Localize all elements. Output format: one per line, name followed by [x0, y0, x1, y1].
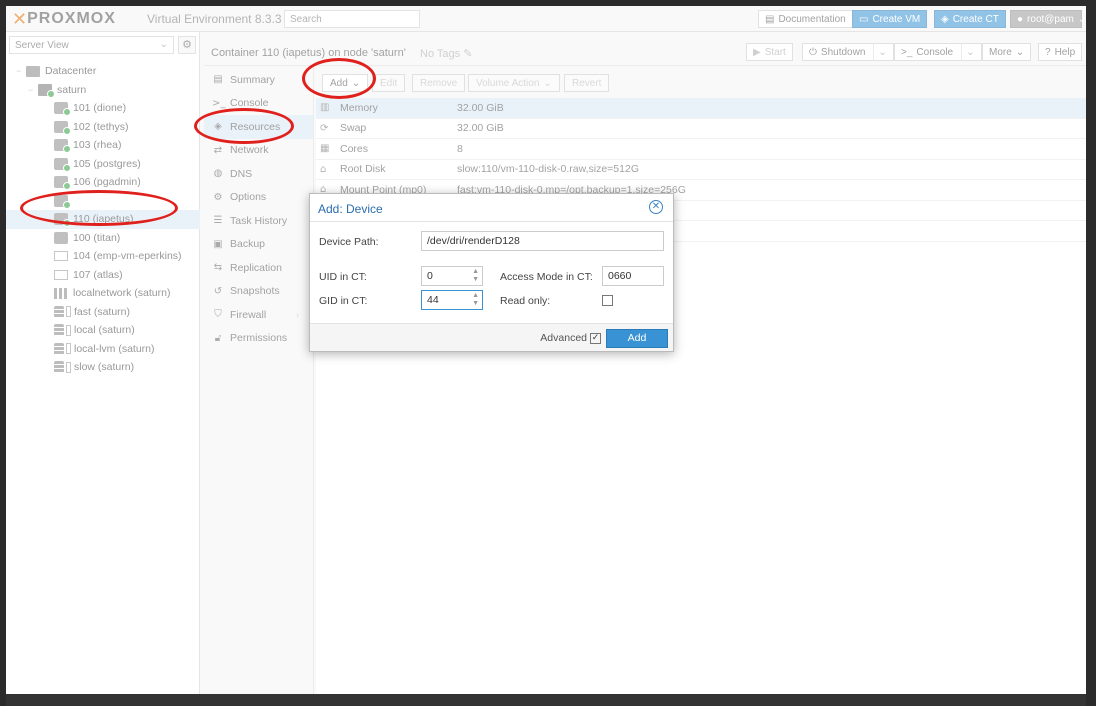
access-mode-label: Access Mode in CT: [500, 271, 593, 283]
uid-label: UID in CT: [319, 271, 367, 283]
spinner-icon[interactable]: ▲ ▼ [472, 292, 479, 308]
dialog-footer: Advanced ✓ Add [310, 323, 673, 351]
device-path-input[interactable]: /dev/dri/renderD128 [421, 231, 664, 251]
add-device-dialog: Add: Device ✕ Device Path: /dev/dri/rend… [309, 193, 674, 352]
gid-label: GID in CT: [319, 295, 368, 307]
spinner-icon[interactable]: ▲ ▼ [472, 268, 479, 284]
dialog-title: Add: Device [318, 202, 383, 216]
uid-input[interactable]: 0 ▲ ▼ [421, 266, 483, 286]
check-icon[interactable]: ✓ [590, 332, 601, 344]
bottom-bar [6, 694, 1086, 706]
dialog-add-button[interactable]: Add [606, 329, 668, 348]
advanced-toggle[interactable]: Advanced ✓ [540, 332, 601, 344]
proxmox-window: ✕ PROXMOX Virtual Environment 8.3.3 ▤ Do… [6, 6, 1086, 694]
device-path-label: Device Path: [319, 236, 379, 248]
gid-input[interactable]: 44 ▲ ▼ [421, 290, 483, 310]
dialog-header: Add: Device ✕ [310, 194, 673, 222]
read-only-checkbox[interactable] [602, 295, 613, 306]
access-mode-input[interactable]: 0660 [602, 266, 664, 286]
close-icon[interactable]: ✕ [649, 200, 663, 214]
read-only-label: Read only: [500, 295, 551, 307]
